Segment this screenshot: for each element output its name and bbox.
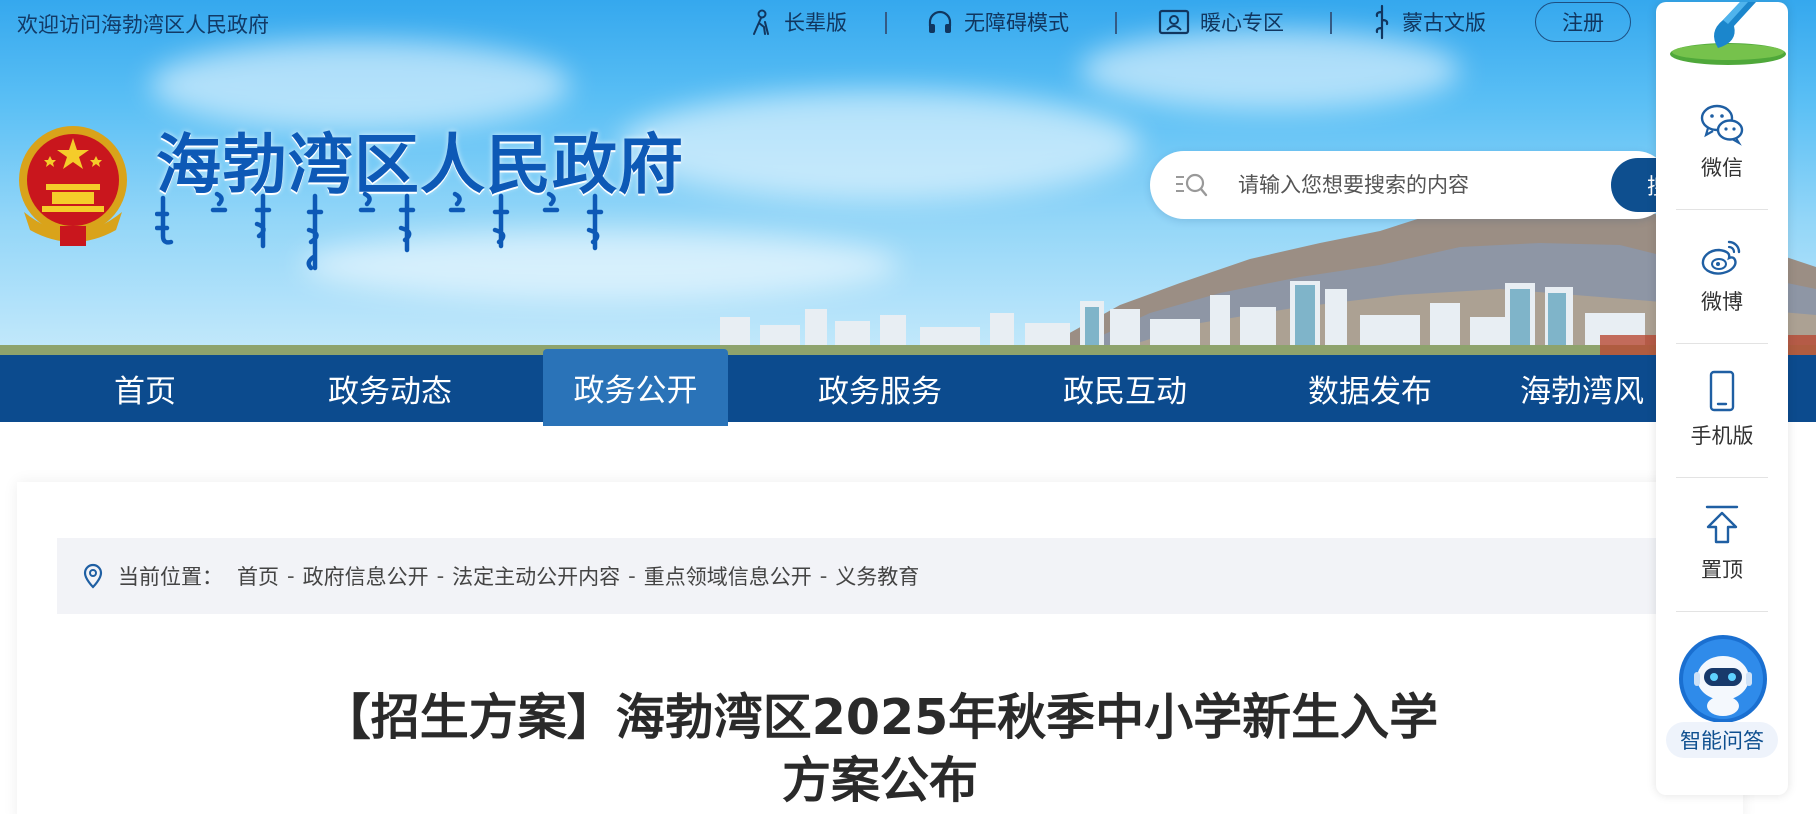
nav-item-public-interaction[interactable]: 政民互动 bbox=[1045, 355, 1205, 422]
search-icon bbox=[1176, 173, 1208, 197]
wechat-label: 微信 bbox=[1701, 156, 1743, 180]
weibo-label: 微博 bbox=[1701, 290, 1743, 314]
person-card-icon bbox=[1158, 9, 1190, 35]
location-pin-icon bbox=[83, 563, 103, 589]
back-to-top-button[interactable]: 置顶 bbox=[1676, 502, 1768, 584]
ai-qa-button[interactable]: 智能问答 bbox=[1666, 722, 1778, 758]
elder-icon bbox=[753, 9, 769, 35]
mongolian-version-link[interactable]: 蒙古文版 bbox=[1372, 4, 1486, 40]
breadcrumb-separator: - bbox=[819, 564, 828, 588]
sidebar-divider bbox=[1676, 611, 1768, 612]
mobile-version-label: 手机版 bbox=[1690, 424, 1754, 448]
mongolian-version-label: 蒙古文版 bbox=[1402, 11, 1486, 35]
cloud-decoration bbox=[620, 90, 1140, 200]
breadcrumb-link-statutory-disclosure[interactable]: 法定主动公开内容 bbox=[452, 561, 620, 591]
breadcrumb-label: 当前位置： bbox=[118, 565, 223, 589]
ai-assistant-robot-icon[interactable] bbox=[1678, 634, 1768, 724]
mobile-version-button[interactable]: 手机版 bbox=[1676, 368, 1768, 450]
mongolian-script-icon bbox=[1375, 4, 1389, 40]
article-title: 【招生方案】海勃湾区2025年秋季中小学新生入学 方案公布 bbox=[317, 686, 1443, 812]
nav-item-data-release[interactable]: 数据发布 bbox=[1290, 355, 1450, 422]
floating-sidebar: 微信 微博 手机版 置顶 智能问答 bbox=[1656, 2, 1788, 795]
wechat-icon bbox=[1700, 104, 1744, 146]
divider bbox=[1330, 12, 1332, 34]
back-to-top-label: 置顶 bbox=[1701, 558, 1743, 582]
register-button[interactable]: 注册 bbox=[1535, 2, 1631, 42]
main-navigation: 首页 政务动态 政务公开 政务服务 政民互动 数据发布 海勃湾风 bbox=[0, 349, 1816, 426]
breadcrumb-link-key-areas[interactable]: 重点领域信息公开 bbox=[644, 561, 812, 591]
accessibility-mode-link[interactable]: 无障碍模式 bbox=[926, 6, 1069, 38]
sidebar-divider bbox=[1676, 209, 1768, 210]
wechat-button[interactable]: 微信 bbox=[1676, 100, 1768, 182]
nav-item-government-affairs-disclosure[interactable]: 政务公开 bbox=[543, 349, 728, 426]
nav-item-home[interactable]: 首页 bbox=[80, 355, 210, 422]
mongolian-title-logotype bbox=[155, 191, 604, 271]
nav-item-government-news[interactable]: 政务动态 bbox=[310, 355, 470, 422]
breadcrumb-link-compulsory-education[interactable]: 义务教育 bbox=[835, 561, 919, 591]
cloud-decoration bbox=[1080, 30, 1460, 110]
nav-item-haibowan-scenery[interactable]: 海勃湾风 bbox=[1520, 355, 1670, 422]
sidebar-divider bbox=[1676, 477, 1768, 478]
article-title-line1: 【招生方案】海勃湾区2025年秋季中小学新生入学 bbox=[321, 689, 1439, 746]
accessibility-mode-label: 无障碍模式 bbox=[964, 11, 1069, 35]
article-title-line2: 方案公布 bbox=[781, 752, 978, 809]
national-emblem-logo bbox=[19, 126, 127, 246]
elder-mode-label: 长辈版 bbox=[784, 11, 847, 35]
search-input[interactable] bbox=[1238, 169, 1598, 201]
headphones-icon bbox=[928, 10, 952, 33]
breadcrumb-link-government-information[interactable]: 政府信息公开 bbox=[303, 561, 429, 591]
breadcrumb-link-home[interactable]: 首页 bbox=[237, 561, 279, 591]
nav-item-government-services[interactable]: 政务服务 bbox=[800, 355, 960, 422]
header-banner: 欢迎访问海勃湾区人民政府 长辈版 无障碍模式 暖心专区 蒙古文版 注册 海勃湾区… bbox=[0, 0, 1816, 355]
divider bbox=[885, 12, 887, 34]
breadcrumb: 当前位置： 首页 - 政府信息公开 - 法定主动公开内容 - 重点领域信息公开 … bbox=[57, 538, 1697, 614]
paintbrush-icon[interactable] bbox=[1668, 2, 1788, 68]
mobile-icon bbox=[1709, 370, 1735, 412]
back-to-top-icon bbox=[1705, 505, 1739, 544]
care-zone-label: 暖心专区 bbox=[1200, 11, 1284, 35]
divider bbox=[1115, 12, 1117, 34]
breadcrumb-separator: - bbox=[628, 564, 636, 588]
care-zone-link[interactable]: 暖心专区 bbox=[1158, 6, 1284, 38]
weibo-icon bbox=[1701, 240, 1741, 275]
weibo-button[interactable]: 微博 bbox=[1676, 234, 1768, 316]
sidebar-divider bbox=[1676, 343, 1768, 344]
breadcrumb-separator: - bbox=[436, 564, 445, 588]
search-bar bbox=[1150, 151, 1670, 219]
welcome-text: 欢迎访问海勃湾区人民政府 bbox=[17, 13, 269, 37]
elder-mode-link[interactable]: 长辈版 bbox=[746, 6, 847, 38]
breadcrumb-separator: - bbox=[287, 564, 295, 588]
